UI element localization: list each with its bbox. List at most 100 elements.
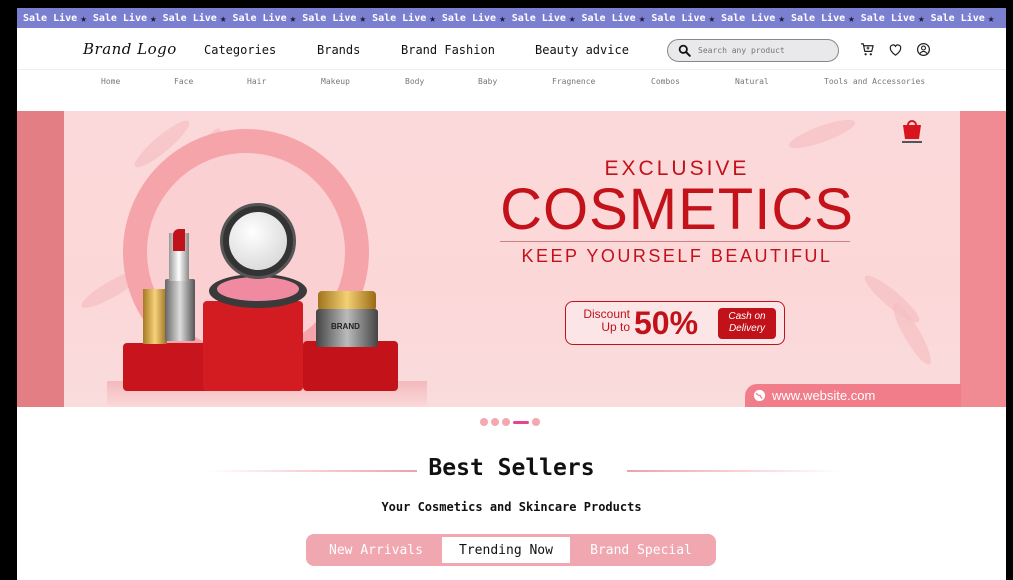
marquee-item: Sale Live ★ xyxy=(576,12,646,25)
marquee-text: Sale Live xyxy=(930,12,985,24)
sale-marquee: Sale Live ★ Sale Live ★ Sale Live ★ Sale Live ★… xyxy=(17,8,1006,28)
subnav-home[interactable]: Home xyxy=(101,77,120,86)
marquee-item: Sale Live ★ xyxy=(296,12,366,25)
section-title: Best Sellers xyxy=(428,455,595,481)
leaf-decoration xyxy=(860,270,924,328)
subnav-combos[interactable]: Combos xyxy=(651,77,680,86)
compact-powder xyxy=(217,277,299,301)
discount-label-1: Discount xyxy=(583,307,630,321)
marquee-item: Sale Live ★ xyxy=(855,12,925,25)
marquee-item: Sale Live ★ xyxy=(436,12,506,25)
star-icon: ★ xyxy=(987,11,995,25)
nav-brand-fashion[interactable]: Brand Fashion xyxy=(401,43,495,57)
marquee-text: Sale Live xyxy=(441,12,497,24)
cash-on-delivery-badge: Cash on Delivery xyxy=(718,308,776,339)
marquee-text: Sale Live xyxy=(302,12,357,24)
tab-brand-special[interactable]: Brand Special xyxy=(570,537,712,563)
star-icon: ★ xyxy=(150,11,157,25)
leaf-decoration xyxy=(786,114,858,154)
subnav-face[interactable]: Face xyxy=(174,77,193,86)
compact-mirror xyxy=(229,212,287,270)
marquee-text: Sale Live xyxy=(23,12,78,24)
subnav-tools[interactable]: Tools and Accessories xyxy=(824,77,925,86)
marquee-item: Sale Live ★ xyxy=(715,12,785,25)
carousel-dot[interactable] xyxy=(491,418,499,426)
marquee-item: Sale Live ★ xyxy=(645,12,715,25)
headline-divider xyxy=(500,241,850,242)
star-icon: ★ xyxy=(359,11,367,25)
star-icon: ★ xyxy=(568,11,576,25)
subnav-baby[interactable]: Baby xyxy=(478,77,497,86)
nav-categories[interactable]: Categories xyxy=(204,43,276,57)
marquee-item: Sale Live ★ xyxy=(925,12,995,25)
tab-new-arrivals[interactable]: New Arrivals xyxy=(310,537,442,563)
nav-brands[interactable]: Brands xyxy=(317,43,360,57)
star-icon: ★ xyxy=(219,11,227,25)
bag-logo-icon xyxy=(902,120,922,143)
subnav-makeup[interactable]: Makeup xyxy=(321,77,350,86)
hero-banner[interactable]: BRAND EXCLUSIVE COSMETICS KEEP YOURSELF … xyxy=(17,111,1006,407)
header: Brand Logo Categories Brands Brand Fashi… xyxy=(17,28,1006,70)
discount-label-2: Up to xyxy=(601,320,630,334)
marquee-text: Sale Live xyxy=(790,12,846,24)
nav-beauty-advice[interactable]: Beauty advice xyxy=(535,43,629,57)
search-bar[interactable] xyxy=(667,39,839,62)
discount-badge: Discount Up to 50% Cash on Delivery xyxy=(565,301,785,345)
banner-left-band xyxy=(17,111,64,407)
lipstick-case xyxy=(165,279,195,341)
subnav-fragnence[interactable]: Fragnence xyxy=(552,77,595,86)
marquee-item: Sale Live ★ xyxy=(506,12,576,25)
product-tabs: New Arrivals Trending Now Brand Special xyxy=(306,534,716,566)
website-tag: www.website.com xyxy=(745,384,961,407)
marquee-item: Sale Live ★ xyxy=(157,12,227,25)
marquee-text: Sale Live xyxy=(92,12,147,24)
marquee-item: Sale Live ★ xyxy=(366,12,436,25)
marquee-item: Sale Live ★ xyxy=(226,12,296,25)
marquee-item: Sale Live ★ xyxy=(785,12,855,25)
banner-headline: COSMETICS xyxy=(500,177,854,242)
banner-tagline: KEEP YOURSELF BEAUTIFUL xyxy=(521,246,833,266)
subnav-body[interactable]: Body xyxy=(405,77,424,86)
cart-icon[interactable] xyxy=(860,42,875,57)
star-icon: ★ xyxy=(499,11,506,25)
page-frame: Sale Live ★ Sale Live ★ Sale Live ★ Sale Live ★… xyxy=(17,8,1006,580)
pedestal xyxy=(203,301,303,391)
marquee-text: Sale Live xyxy=(511,12,566,24)
carousel-dot[interactable] xyxy=(532,418,540,426)
globe-icon xyxy=(753,389,766,402)
marquee-item: Sale Live ★ xyxy=(87,12,157,25)
section-subtitle: Your Cosmetics and Skincare Products xyxy=(381,500,642,514)
discount-value: 50% xyxy=(634,305,699,341)
subnav-hair[interactable]: Hair xyxy=(247,77,266,86)
website-url: www.website.com xyxy=(772,388,876,403)
marquee-text: Sale Live xyxy=(651,12,706,24)
jar-label: BRAND xyxy=(331,322,360,331)
star-icon: ★ xyxy=(638,11,646,25)
marquee-item: Sale Live ★ xyxy=(17,12,87,25)
star-icon: ★ xyxy=(778,11,785,25)
search-input[interactable] xyxy=(698,46,828,55)
marquee-text: Sale Live xyxy=(721,12,776,24)
carousel-dot[interactable] xyxy=(513,420,529,424)
subnav-natural[interactable]: Natural xyxy=(735,77,769,86)
star-icon: ★ xyxy=(80,11,87,25)
carousel-dot[interactable] xyxy=(502,418,510,426)
marquee-text: Sale Live xyxy=(372,12,427,24)
cream-jar-lid xyxy=(318,291,376,311)
star-icon: ★ xyxy=(708,11,716,25)
search-icon xyxy=(678,44,691,57)
main-nav: Categories Brands Brand Fashion Beauty a… xyxy=(17,43,1006,57)
banner-right-band xyxy=(960,111,1006,407)
star-icon: ★ xyxy=(289,11,297,25)
user-icon[interactable] xyxy=(916,42,931,57)
discount-label: Discount Up to xyxy=(574,308,630,334)
heart-icon[interactable] xyxy=(888,42,903,57)
category-subnav: Home Face Hair Makeup Body Baby Fragnenc… xyxy=(17,70,1006,94)
carousel-dots xyxy=(480,418,540,426)
tab-trending-now[interactable]: Trending Now xyxy=(442,537,570,563)
marquee-text: Sale Live xyxy=(581,12,636,24)
star-icon: ★ xyxy=(917,11,925,25)
cash-label-1: Cash on xyxy=(728,311,766,322)
carousel-dot[interactable] xyxy=(480,418,488,426)
marquee-text: Sale Live xyxy=(860,12,915,24)
